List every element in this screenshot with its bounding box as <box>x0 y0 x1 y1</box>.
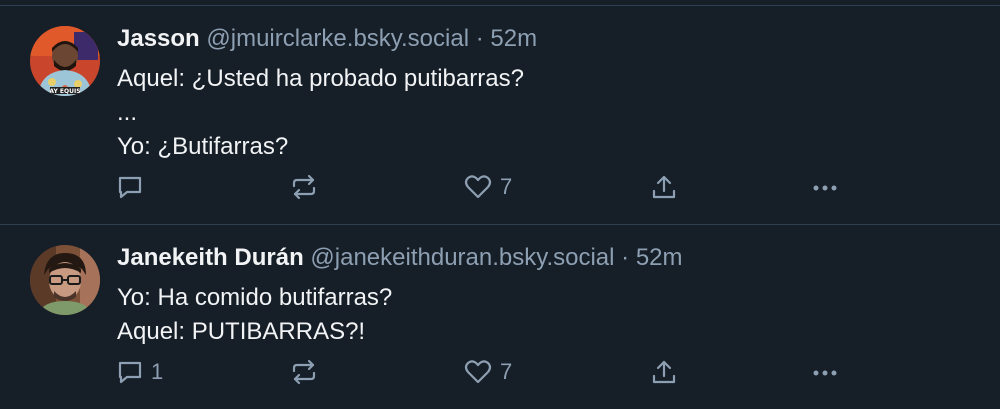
like-icon <box>464 175 492 199</box>
share-icon <box>652 360 676 384</box>
author-handle[interactable]: @jmuirclarke.bsky.social <box>206 25 469 52</box>
post-time[interactable]: 52m <box>490 25 537 52</box>
avatar[interactable]: AY EQUIS <box>30 26 100 96</box>
reply-button[interactable] <box>117 172 151 202</box>
post-header: Janekeith Durán @janekeithduran.bsky.soc… <box>117 242 683 274</box>
like-icon <box>464 360 492 384</box>
reply-icon <box>118 361 142 384</box>
more-icon <box>813 370 837 376</box>
post-text: Yo: Ha comido butifarras? Aquel: PUTIBAR… <box>117 281 392 349</box>
post-actions: 1 7 <box>0 357 1000 387</box>
reply-icon <box>118 176 142 199</box>
author-handle[interactable]: @janekeithduran.bsky.social <box>310 244 614 271</box>
post-line: Yo: Ha comido butifarras? <box>117 284 393 311</box>
like-count: 7 <box>500 359 513 384</box>
avatar[interactable] <box>30 245 100 315</box>
share-button[interactable] <box>651 172 677 202</box>
separator: · <box>475 25 484 52</box>
post-line: ... <box>117 99 138 126</box>
like-count: 7 <box>500 174 513 199</box>
author-name[interactable]: Janekeith Durán <box>117 244 304 271</box>
repost-icon <box>292 174 316 200</box>
repost-button[interactable] <box>290 172 318 202</box>
more-button[interactable] <box>812 357 838 387</box>
post[interactable]: AY EQUIS Jasson @jmuirclarke.bsky.social… <box>0 6 1000 224</box>
author-name[interactable]: Jasson <box>117 25 200 52</box>
more-icon <box>813 185 837 191</box>
post-text: Aquel: ¿Usted ha probado putibarras? ...… <box>117 62 524 164</box>
reply-button[interactable]: 1 <box>117 357 163 387</box>
post-line: Yo: ¿Butifarras? <box>117 133 289 160</box>
share-button[interactable] <box>651 357 677 387</box>
post-line: Aquel: PUTIBARRAS?! <box>117 318 366 345</box>
share-icon <box>652 175 676 199</box>
separator: · <box>621 244 630 271</box>
avatar-caption: AY EQUIS <box>49 88 80 95</box>
reply-count: 1 <box>151 359 164 384</box>
post-line: Aquel: ¿Usted ha probado putibarras? <box>117 65 524 92</box>
repost-icon <box>292 359 316 385</box>
post-actions: 7 <box>0 172 1000 202</box>
repost-button[interactable] <box>290 357 318 387</box>
like-button[interactable]: 7 <box>464 172 512 202</box>
post[interactable]: Janekeith Durán @janekeithduran.bsky.soc… <box>0 225 1000 409</box>
post-time[interactable]: 52m <box>636 244 683 271</box>
more-button[interactable] <box>812 172 838 202</box>
like-button[interactable]: 7 <box>464 357 512 387</box>
post-header: Jasson @jmuirclarke.bsky.social · 52m <box>117 23 537 55</box>
